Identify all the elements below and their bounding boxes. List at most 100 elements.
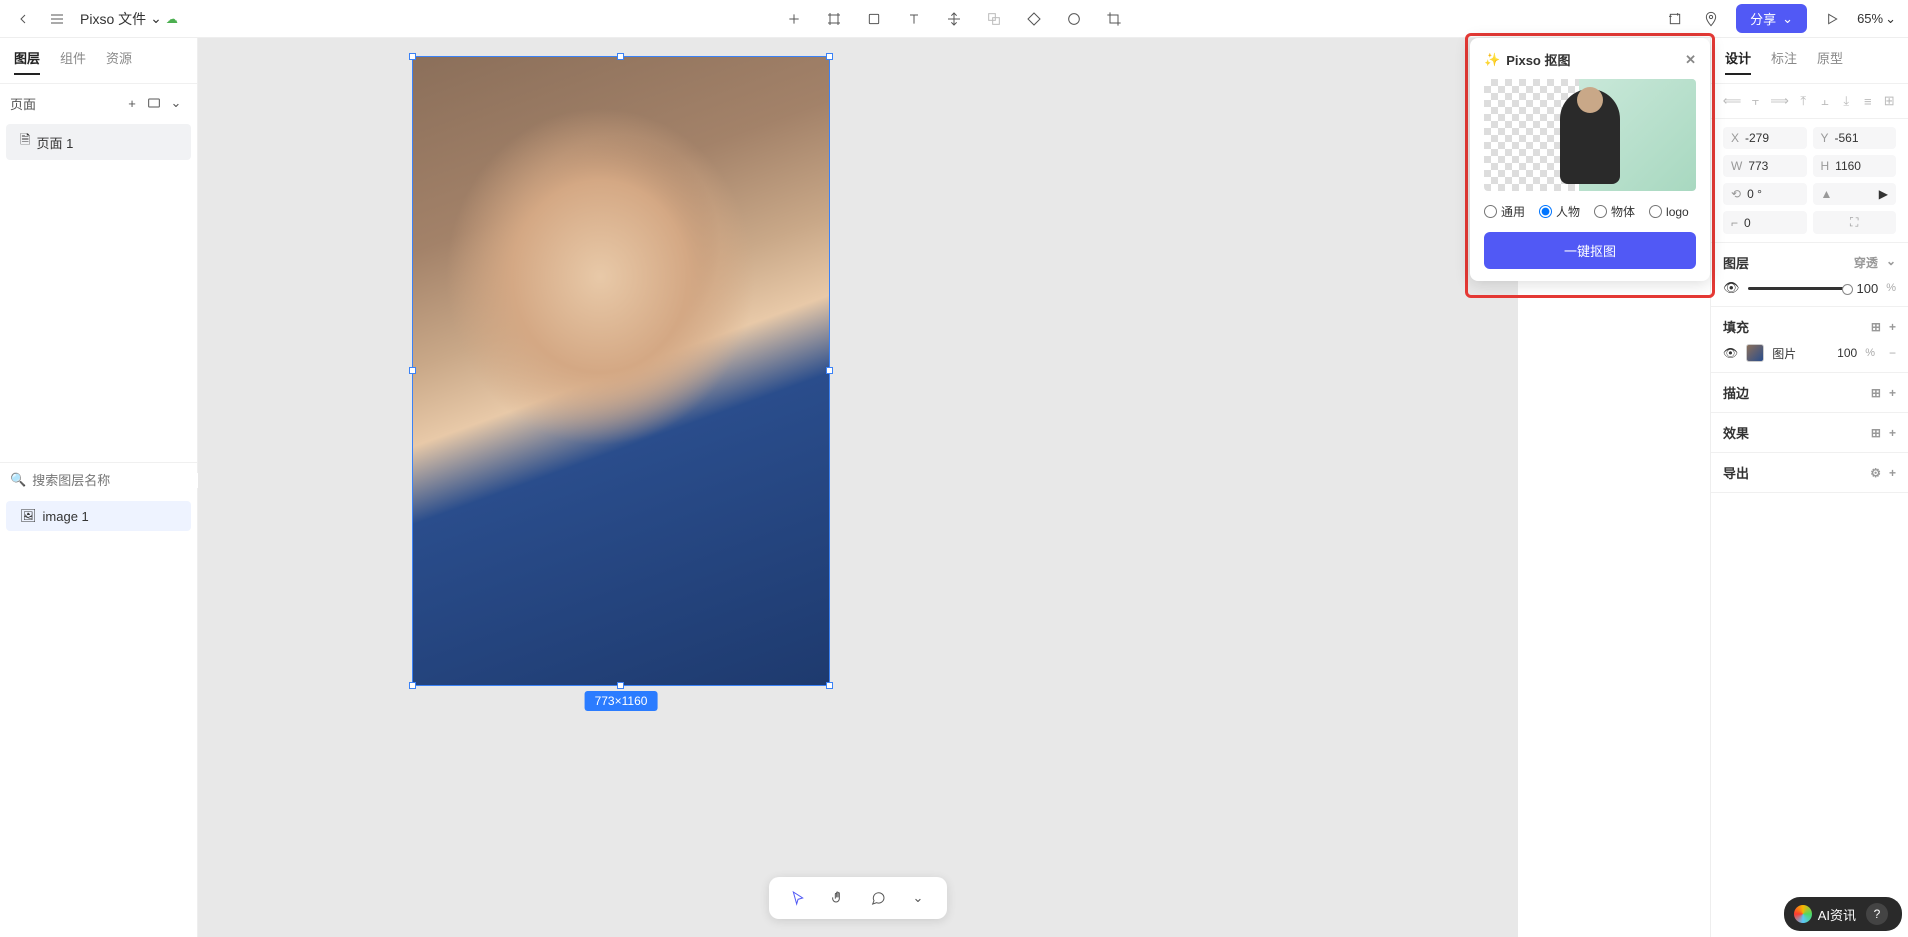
style-icon[interactable]: ⊞ (1871, 320, 1881, 334)
resize-handle[interactable] (826, 682, 833, 689)
plugins-icon[interactable] (1664, 8, 1686, 30)
boolean-tool[interactable] (983, 8, 1005, 30)
tab-assets[interactable]: 资源 (106, 48, 132, 75)
back-icon[interactable] (12, 8, 34, 30)
resize-handle[interactable] (826, 53, 833, 60)
hand-tool[interactable] (827, 887, 849, 909)
layer-name: image 1 (43, 509, 89, 524)
collapse-pages-icon[interactable]: ⌄ (165, 92, 187, 114)
help-icon[interactable]: ? (1866, 903, 1888, 925)
prop-radius[interactable]: ⌐0 (1723, 211, 1807, 234)
cloud-sync-icon: ☁ (166, 12, 178, 26)
cutout-action-button[interactable]: 一键抠图 (1484, 232, 1696, 269)
pages-label: 页面 (10, 94, 36, 113)
tidy-icon[interactable]: ⊞ (1883, 92, 1897, 110)
resize-handle[interactable] (409, 53, 416, 60)
section-effect: 效果 ⊞+ (1711, 413, 1908, 453)
layer-search: 🔍 ▽ ⚙ (0, 462, 197, 497)
prop-w[interactable]: W773 (1723, 155, 1807, 177)
align-top-icon[interactable]: ⤒ (1797, 92, 1811, 110)
tab-inspect[interactable]: 标注 (1771, 48, 1797, 75)
align-left-icon[interactable]: ⟸ (1723, 92, 1741, 110)
play-icon[interactable] (1821, 8, 1843, 30)
alignment-row: ⟸ ⫟ ⟹ ⤒ ⫠ ⤓ ≡ ⊞ (1711, 84, 1908, 119)
move-tool[interactable] (943, 8, 965, 30)
export-settings-icon[interactable]: ⚙ (1870, 466, 1881, 480)
visibility-icon[interactable]: 👁 (1723, 280, 1740, 296)
fill-swatch[interactable] (1746, 344, 1764, 362)
tab-prototype[interactable]: 原型 (1817, 48, 1843, 75)
share-button[interactable]: 分享 ⌄ (1736, 4, 1807, 33)
page-icon: 🗎 (20, 131, 30, 153)
tab-layers[interactable]: 图层 (14, 48, 40, 75)
watermark-text: AI资讯 (1818, 905, 1856, 924)
distribute-icon[interactable]: ≡ (1861, 92, 1875, 110)
tab-design[interactable]: 设计 (1725, 48, 1751, 75)
visibility-icon[interactable]: 👁 (1723, 346, 1738, 360)
canvas[interactable]: 773×1160 ⌄ (198, 38, 1518, 937)
add-export-icon[interactable]: + (1889, 466, 1896, 480)
file-name[interactable]: Pixso 文件 ⌄ ☁ (80, 9, 178, 29)
resize-handle[interactable] (617, 53, 624, 60)
component-tool[interactable] (1023, 8, 1045, 30)
align-bottom-icon[interactable]: ⤓ (1840, 92, 1854, 110)
location-icon[interactable] (1700, 8, 1722, 30)
style-icon[interactable]: ⊞ (1871, 426, 1881, 440)
prop-flip[interactable]: ▲▶ (1813, 183, 1897, 205)
text-tool[interactable] (903, 8, 925, 30)
shape-tool[interactable] (863, 8, 885, 30)
menu-icon[interactable] (46, 8, 68, 30)
more-tools-icon[interactable]: ⌄ (907, 887, 929, 909)
prop-h[interactable]: H1160 (1813, 155, 1897, 177)
layer-item[interactable]: 🖼 image 1 (6, 501, 191, 531)
pages-header: 页面 + ⌄ (0, 84, 197, 122)
add-stroke-icon[interactable]: + (1889, 386, 1896, 400)
dimension-badge: 773×1160 (585, 691, 658, 711)
left-panel-tabs: 图层 组件 资源 (0, 38, 197, 84)
crop-tool[interactable] (1103, 8, 1125, 30)
resize-handle[interactable] (409, 367, 416, 374)
style-icon[interactable]: ⊞ (1871, 386, 1881, 400)
opacity-slider[interactable] (1748, 287, 1849, 290)
tab-components[interactable]: 组件 (60, 48, 86, 75)
zoom-control[interactable]: 65% ⌄ (1857, 11, 1896, 27)
search-input[interactable] (32, 473, 208, 488)
watermark-icon (1794, 905, 1812, 923)
add-tool[interactable] (783, 8, 805, 30)
watermark-badge: AI资讯 ? (1784, 897, 1902, 931)
add-effect-icon[interactable]: + (1889, 426, 1896, 440)
radio-person[interactable]: 人物 (1539, 203, 1580, 220)
close-icon[interactable]: ✕ (1685, 52, 1696, 68)
cutout-popup: ✨ Pixso 抠图 ✕ 通用 人物 物体 logo 一键抠图 (1470, 38, 1710, 281)
align-vcenter-icon[interactable]: ⫠ (1818, 92, 1832, 110)
add-page-icon[interactable]: + (121, 92, 143, 114)
prop-radius-expand[interactable]: ⛶ (1813, 211, 1897, 234)
opacity-value[interactable]: 100 (1857, 281, 1879, 296)
page-item[interactable]: 🗎 页面 1 (6, 124, 191, 160)
frame-tool[interactable] (823, 8, 845, 30)
remove-fill-icon[interactable]: − (1889, 346, 1896, 360)
resize-handle[interactable] (617, 682, 624, 689)
fill-opacity[interactable]: 100 (1837, 346, 1857, 360)
prop-y[interactable]: Y-561 (1813, 127, 1897, 149)
selection-box[interactable]: 773×1160 (412, 56, 830, 686)
fill-type[interactable]: 图片 (1772, 345, 1796, 362)
align-right-icon[interactable]: ⟹ (1771, 92, 1789, 110)
resize-handle[interactable] (409, 682, 416, 689)
ellipse-tool[interactable] (1063, 8, 1085, 30)
chevron-down-icon[interactable]: ⌄ (1886, 254, 1896, 271)
align-hcenter-icon[interactable]: ⫟ (1749, 92, 1763, 110)
add-fill-icon[interactable]: + (1889, 320, 1896, 334)
pointer-tool[interactable] (787, 887, 809, 909)
radio-general[interactable]: 通用 (1484, 203, 1525, 220)
selected-image[interactable] (413, 57, 829, 685)
floating-toolbar: ⌄ (769, 877, 947, 919)
prop-rotation[interactable]: ⟲0 ° (1723, 183, 1807, 205)
blend-mode[interactable]: 穿透 (1854, 254, 1878, 271)
radio-logo[interactable]: logo (1649, 203, 1689, 220)
page-folder-icon[interactable] (143, 92, 165, 114)
resize-handle[interactable] (826, 367, 833, 374)
comment-tool[interactable] (867, 887, 889, 909)
radio-object[interactable]: 物体 (1594, 203, 1635, 220)
prop-x[interactable]: X-279 (1723, 127, 1807, 149)
